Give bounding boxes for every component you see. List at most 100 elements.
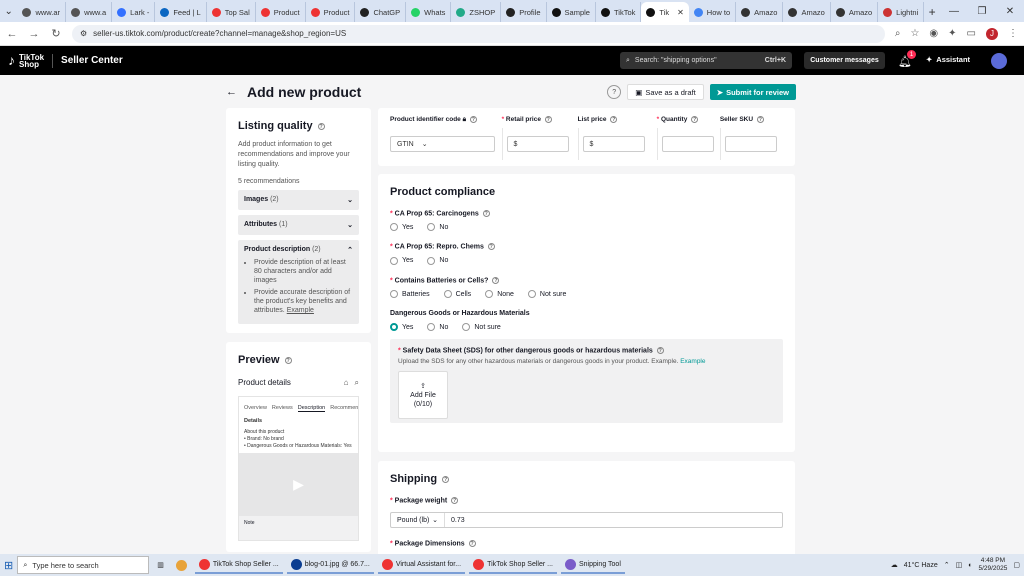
browser-tab[interactable]: www.ar — [17, 2, 67, 22]
browser-tab[interactable]: How to — [689, 2, 737, 22]
customer-messages-button[interactable]: Customer messages — [804, 52, 885, 69]
notification-center-icon[interactable]: ▢ — [1013, 561, 1020, 569]
radio-selected[interactable] — [390, 323, 398, 332]
repro-yes[interactable]: Yes — [390, 256, 413, 265]
accordion-attributes[interactable]: Attributes (1) ⌄ — [238, 215, 359, 235]
weight-input[interactable]: 0.73 — [445, 517, 465, 524]
minimize-icon[interactable]: — — [940, 0, 968, 22]
sidebar-icon[interactable]: ▭ — [967, 28, 976, 39]
chrome-icon[interactable] — [172, 556, 191, 574]
clock[interactable]: 4:48 PM 5/29/2025 — [978, 557, 1007, 573]
batteries-opt-notsure[interactable]: Not sure — [527, 290, 566, 299]
tray-arrow-icon[interactable]: ⌃ — [944, 561, 950, 569]
preview-tab[interactable]: Reviews — [272, 405, 293, 412]
browser-profile-avatar[interactable]: J — [986, 27, 998, 40]
accordion-images[interactable]: Images (2) ⌄ — [238, 190, 359, 210]
radio[interactable] — [390, 223, 398, 232]
submit-review-button[interactable]: ➤ Submit for review — [709, 84, 796, 100]
browser-tab[interactable]: Feed | L — [155, 2, 207, 22]
play-icon[interactable]: ▶ — [239, 453, 358, 516]
browser-tab[interactable]: Product — [256, 2, 306, 22]
radio[interactable] — [485, 290, 494, 299]
shop-icon[interactable]: ⌂ — [344, 378, 349, 388]
batteries-opt-cells[interactable]: Cells — [443, 290, 471, 299]
browser-tab[interactable]: Lark - — [112, 2, 156, 22]
list-price-input[interactable]: $ — [582, 136, 645, 152]
back-nav-icon[interactable]: ← — [6, 28, 18, 40]
zoom-icon[interactable]: ⌕ — [895, 28, 901, 39]
browser-tab[interactable]: ZSHOP — [451, 2, 502, 22]
radio[interactable] — [527, 290, 536, 299]
dangerous-no[interactable]: No — [427, 323, 448, 332]
info-icon[interactable]: ? — [317, 122, 325, 130]
notification-bell-icon[interactable]: 🔔︎ 1 — [898, 50, 916, 68]
retail-price-input[interactable]: $ — [506, 136, 569, 152]
puzzle-icon[interactable]: ✦ — [948, 28, 956, 39]
info-icon[interactable]: ? — [691, 116, 699, 124]
close-tab-icon[interactable]: ✕ — [677, 8, 684, 17]
browser-tab[interactable]: Sample — [547, 2, 596, 22]
weather-icon[interactable]: ☁ — [891, 561, 898, 569]
new-tab-button[interactable]: + — [924, 2, 940, 22]
browser-tab[interactable]: TikTok — [596, 2, 642, 22]
task-view-icon[interactable]: ▥ — [153, 556, 168, 574]
back-arrow-icon[interactable]: ← — [226, 86, 237, 98]
carcinogens-yes[interactable]: Yes — [390, 223, 413, 232]
carcinogens-no[interactable]: No — [427, 223, 448, 232]
assistant-button[interactable]: ✦ Assistant — [926, 55, 970, 64]
info-icon[interactable]: ? — [492, 276, 500, 284]
volume-icon[interactable]: ◐ — [968, 562, 972, 569]
menu-dots-icon[interactable]: ⋮ — [1008, 28, 1018, 39]
info-icon[interactable]: ? — [469, 115, 477, 123]
browser-tab[interactable]: Product — [306, 2, 356, 22]
preview-tab[interactable]: Overview — [244, 405, 267, 412]
global-search[interactable]: ⌕ Search: "shipping options" Ctrl+K — [620, 52, 792, 69]
taskbar-app[interactable]: TikTok Shop Seller ... — [469, 556, 557, 574]
bookmark-star-icon[interactable]: ☆ — [910, 28, 919, 39]
quantity-input[interactable] — [661, 136, 714, 152]
save-draft-button[interactable]: ▣ Save as a draft — [627, 84, 704, 100]
info-icon[interactable]: ? — [656, 347, 664, 355]
seller-sku-input[interactable] — [724, 136, 777, 152]
info-icon[interactable]: ? — [544, 116, 552, 124]
radio[interactable] — [390, 290, 398, 299]
batteries-opt-batteries[interactable]: Batteries — [390, 290, 430, 299]
browser-tab[interactable]: Amazo — [736, 2, 784, 22]
gtin-select[interactable]: GTIN ⌄ — [390, 136, 495, 152]
restore-icon[interactable]: ❐ — [968, 0, 996, 22]
accordion-product-description[interactable]: Product description (2) ⌃ Provide descrip… — [238, 240, 359, 324]
browser-tab[interactable]: ChatGP — [355, 2, 407, 22]
preview-tab[interactable]: Description — [297, 405, 326, 412]
radio[interactable] — [427, 256, 436, 265]
info-icon[interactable]: ? — [487, 243, 495, 251]
info-icon[interactable]: ? — [468, 540, 476, 548]
batteries-opt-none[interactable]: None — [485, 290, 514, 299]
dangerous-yes[interactable]: Yes — [390, 323, 413, 332]
radio[interactable] — [443, 290, 452, 299]
taskbar-search[interactable]: ⌕ Type here to search — [17, 556, 150, 574]
preview-tab[interactable]: Recommen — [330, 405, 358, 412]
browser-tab[interactable]: Amazo — [783, 2, 831, 22]
network-icon[interactable]: ◫ — [956, 561, 963, 569]
tab-search-icon[interactable]: ⌄ — [0, 0, 17, 22]
weight-unit-select[interactable]: Pound (lb) ⌄ — [391, 513, 445, 528]
radio[interactable] — [427, 323, 436, 332]
browser-tab[interactable]: Profile — [501, 2, 547, 22]
sds-example-link[interactable]: Example — [680, 358, 705, 365]
site-info-icon[interactable]: ⚙ — [80, 29, 87, 38]
user-avatar[interactable] — [991, 53, 1007, 69]
forward-nav-icon[interactable]: → — [28, 28, 40, 40]
radio[interactable] — [390, 256, 398, 265]
help-icon[interactable]: ? — [607, 85, 622, 99]
info-icon[interactable]: ? — [284, 356, 292, 364]
info-icon[interactable]: ? — [610, 116, 618, 124]
browser-tab[interactable]: Lightni — [878, 2, 925, 22]
close-window-icon[interactable]: ✕ — [996, 0, 1024, 22]
info-icon[interactable]: ? — [451, 497, 459, 504]
zoom-preview-icon[interactable]: ⌕ — [355, 378, 359, 388]
browser-tab[interactable]: Whats — [406, 2, 452, 22]
extension-icon[interactable]: ◉ — [929, 28, 938, 39]
browser-tab[interactable]: www.a — [66, 2, 113, 22]
radio[interactable] — [462, 323, 471, 332]
info-icon[interactable]: ? — [442, 475, 450, 483]
